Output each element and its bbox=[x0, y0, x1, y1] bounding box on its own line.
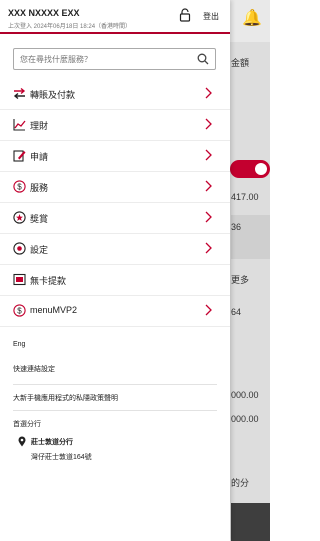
chevron-right-icon bbox=[205, 149, 212, 161]
menu-item-label: 轉賬及付款 bbox=[30, 90, 76, 100]
drawer-header: XXX NXXXX EXX 上次登入 2024年06月18日 18:24（香港時… bbox=[0, 0, 230, 34]
lock-icon[interactable] bbox=[179, 8, 191, 22]
form-icon bbox=[13, 150, 26, 162]
menu-item-label: 無卡提款 bbox=[30, 276, 67, 286]
menu-item-label: 申請 bbox=[30, 152, 49, 162]
menu-item-label: 服務 bbox=[30, 183, 49, 193]
menu-item-rewards[interactable]: 獎賞 bbox=[0, 202, 230, 234]
background-text: 更多 bbox=[231, 275, 250, 285]
notification-bell-icon: 🔔 bbox=[242, 10, 262, 27]
branch-name[interactable]: 莊士敦道分行 bbox=[31, 437, 73, 447]
divider bbox=[13, 410, 217, 411]
background-text: 417.00 bbox=[231, 192, 259, 202]
chevron-right-icon bbox=[205, 180, 212, 192]
dollar-icon: $ bbox=[13, 180, 26, 193]
background-text: 金額 bbox=[231, 58, 250, 68]
preferred-branch-title: 首選分行 bbox=[13, 421, 41, 428]
quick-link-settings[interactable]: 快速連結設定 bbox=[13, 364, 55, 374]
menu-item-transfer[interactable]: 轉賬及付款 bbox=[0, 78, 230, 110]
language-link[interactable]: Eng bbox=[13, 341, 25, 348]
background-text: 64 bbox=[231, 307, 242, 317]
menu-item-apply[interactable]: 申請 bbox=[0, 140, 230, 172]
menu-item-cardless-withdrawal[interactable]: 無卡提款 bbox=[0, 264, 230, 296]
background-text: 的分 bbox=[231, 478, 250, 488]
last-login-text: 上次登入 2024年06月18日 18:24（香港時間） bbox=[8, 24, 132, 30]
background-toggle bbox=[230, 160, 270, 178]
gear-icon bbox=[13, 242, 26, 255]
cardless-icon bbox=[13, 273, 26, 286]
star-icon bbox=[13, 211, 26, 224]
chevron-right-icon bbox=[205, 118, 212, 130]
svg-text:$: $ bbox=[17, 306, 22, 315]
chevron-right-icon bbox=[205, 211, 212, 223]
menu-item-label: 設定 bbox=[30, 245, 49, 255]
chevron-right-icon bbox=[205, 304, 212, 316]
search-icon[interactable] bbox=[197, 53, 209, 65]
menu-item-investment[interactable]: 理財 bbox=[0, 109, 230, 141]
branch-address: 灣仔莊士敦道164號 bbox=[31, 454, 92, 461]
chevron-right-icon bbox=[205, 87, 212, 99]
menu-item-menumvp2[interactable]: $ menuMVP2 bbox=[0, 295, 230, 327]
menu-item-label: menuMVP2 bbox=[30, 305, 78, 315]
search-input[interactable] bbox=[20, 52, 185, 66]
svg-text:$: $ bbox=[17, 182, 22, 191]
search-box[interactable] bbox=[13, 48, 216, 70]
background-text: 36 bbox=[231, 222, 242, 232]
location-pin-icon bbox=[18, 436, 26, 447]
transfer-icon bbox=[13, 87, 26, 100]
background-text: 000.00 bbox=[231, 414, 259, 424]
privacy-policy-link[interactable]: 大新手機應用程式的私隱政策聲明 bbox=[13, 393, 118, 403]
menu-item-label: 獎賞 bbox=[30, 214, 49, 224]
side-drawer: XXX NXXXX EXX 上次登入 2024年06月18日 18:24（香港時… bbox=[0, 0, 230, 541]
menu-item-label: 理財 bbox=[30, 121, 49, 131]
logout-button[interactable]: 登出 bbox=[203, 11, 219, 22]
dollar-icon: $ bbox=[13, 304, 26, 317]
background-text: 000.00 bbox=[231, 390, 259, 400]
user-name: XXX NXXXX EXX bbox=[8, 8, 80, 18]
menu-item-services[interactable]: $ 服務 bbox=[0, 171, 230, 203]
chevron-right-icon bbox=[205, 242, 212, 254]
menu-item-settings[interactable]: 設定 bbox=[0, 233, 230, 265]
divider bbox=[13, 384, 217, 385]
chart-icon bbox=[13, 119, 26, 131]
background-tab-bar bbox=[231, 503, 270, 541]
